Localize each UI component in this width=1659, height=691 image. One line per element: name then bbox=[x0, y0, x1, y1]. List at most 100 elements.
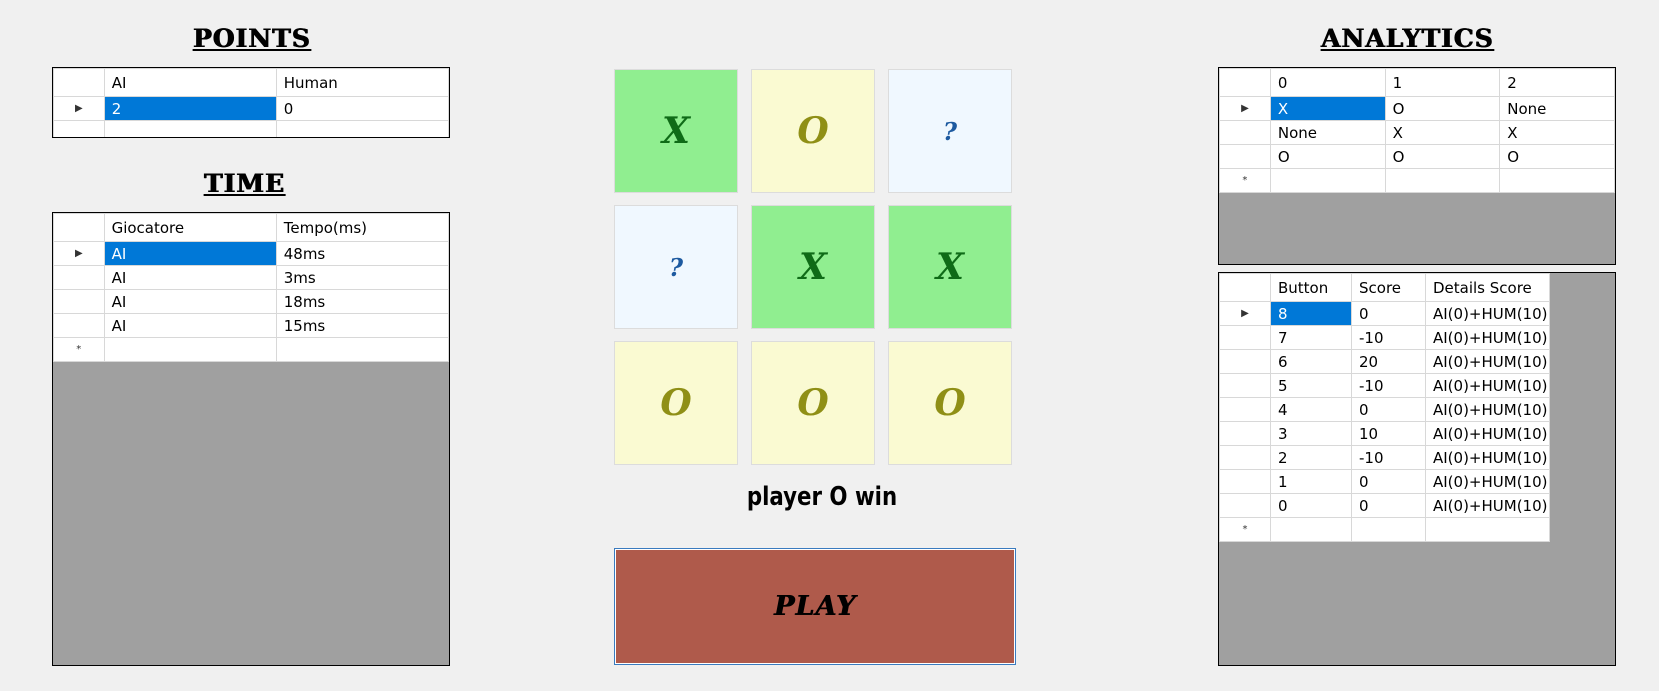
row-header[interactable] bbox=[1219, 373, 1271, 398]
analytics-column-header-1[interactable]: 1 bbox=[1384, 68, 1501, 97]
row-header[interactable] bbox=[1219, 325, 1271, 350]
current-row-arrow-icon[interactable]: ▶ bbox=[1219, 96, 1271, 121]
time-cell[interactable]: AI bbox=[103, 265, 277, 290]
analytics-corner-header[interactable] bbox=[1219, 68, 1271, 97]
empty-cell[interactable] bbox=[103, 120, 277, 137]
scores-cell[interactable]: -10 bbox=[1351, 373, 1426, 398]
board-cell-7[interactable]: O bbox=[751, 341, 875, 465]
empty-cell[interactable] bbox=[1269, 168, 1386, 193]
table-row[interactable]: ▶ X O None bbox=[1219, 96, 1615, 121]
board-cell-3[interactable]: ? bbox=[614, 205, 738, 329]
scores-cell[interactable]: AI(0)+HUM(10) bbox=[1425, 373, 1550, 398]
points-cell-human[interactable]: 0 bbox=[275, 96, 449, 121]
analytics-board-cell[interactable]: X bbox=[1384, 120, 1501, 145]
row-header[interactable] bbox=[53, 120, 105, 137]
board-cell-8[interactable]: O bbox=[888, 341, 1012, 465]
row-header[interactable] bbox=[1219, 120, 1271, 145]
scores-cell[interactable]: 3 bbox=[1270, 421, 1352, 446]
current-row-arrow-icon[interactable]: ▶ bbox=[53, 96, 105, 121]
scores-cell[interactable]: AI(0)+HUM(10) bbox=[1425, 397, 1550, 422]
scores-cell[interactable]: 0 bbox=[1351, 301, 1426, 326]
board-cell-4[interactable]: X bbox=[751, 205, 875, 329]
scores-cell[interactable]: -10 bbox=[1351, 445, 1426, 470]
board-cell-5[interactable]: X bbox=[888, 205, 1012, 329]
scores-cell[interactable]: 0 bbox=[1351, 469, 1426, 494]
scores-cell[interactable]: 5 bbox=[1270, 373, 1352, 398]
table-row[interactable]: AI 3ms bbox=[53, 265, 449, 290]
row-header[interactable] bbox=[1219, 421, 1271, 446]
analytics-column-header-2[interactable]: 2 bbox=[1499, 68, 1615, 97]
table-row[interactable]: AI 15ms bbox=[53, 313, 449, 338]
scores-corner-header[interactable] bbox=[1219, 273, 1271, 302]
empty-cell[interactable] bbox=[103, 337, 277, 362]
analytics-board-cell[interactable]: None bbox=[1269, 120, 1386, 145]
scores-column-header-details[interactable]: Details Score bbox=[1425, 273, 1550, 302]
scores-cell[interactable]: -10 bbox=[1351, 325, 1426, 350]
table-row[interactable]: AI 18ms bbox=[53, 289, 449, 314]
scores-cell[interactable]: 20 bbox=[1351, 349, 1426, 374]
board-cell-0[interactable]: X bbox=[614, 69, 738, 193]
scores-cell[interactable]: 2 bbox=[1270, 445, 1352, 470]
scores-cell[interactable]: 0 bbox=[1351, 493, 1426, 518]
empty-cell[interactable] bbox=[1499, 168, 1615, 193]
analytics-board-cell[interactable]: X bbox=[1269, 96, 1386, 121]
analytics-board-cell[interactable]: None bbox=[1499, 96, 1615, 121]
time-cell[interactable]: 15ms bbox=[275, 313, 449, 338]
analytics-board-cell[interactable]: X bbox=[1499, 120, 1615, 145]
table-row[interactable]: O O O bbox=[1219, 144, 1615, 169]
row-header[interactable] bbox=[1219, 469, 1271, 494]
scores-cell[interactable]: AI(0)+HUM(10) bbox=[1425, 421, 1550, 446]
scores-cell[interactable]: AI(0)+HUM(10) bbox=[1425, 493, 1550, 518]
points-grid[interactable]: AI Human ▶ 2 0 bbox=[52, 67, 450, 138]
table-row[interactable]: 2 -10 AI(0)+HUM(10) bbox=[1219, 445, 1550, 470]
scores-cell[interactable]: 7 bbox=[1270, 325, 1352, 350]
points-column-header-human[interactable]: Human bbox=[275, 68, 449, 97]
table-row-new[interactable] bbox=[53, 120, 449, 137]
table-row[interactable]: 4 0 AI(0)+HUM(10) bbox=[1219, 397, 1550, 422]
play-button[interactable]: PLAY bbox=[614, 548, 1016, 665]
analytics-board-cell[interactable]: O bbox=[1499, 144, 1615, 169]
new-row-asterisk-icon[interactable]: * bbox=[53, 337, 105, 362]
table-row[interactable]: None X X bbox=[1219, 120, 1615, 145]
scores-cell[interactable]: 4 bbox=[1270, 397, 1352, 422]
empty-cell[interactable] bbox=[275, 120, 449, 137]
scores-cell[interactable]: AI(0)+HUM(10) bbox=[1425, 445, 1550, 470]
board-cell-2[interactable]: ? bbox=[888, 69, 1012, 193]
time-column-header-giocatore[interactable]: Giocatore bbox=[103, 213, 277, 242]
scores-cell[interactable]: AI(0)+HUM(10) bbox=[1425, 325, 1550, 350]
scores-cell[interactable]: AI(0)+HUM(10) bbox=[1425, 469, 1550, 494]
analytics-board-cell[interactable]: O bbox=[1269, 144, 1386, 169]
time-corner-header[interactable] bbox=[53, 213, 105, 242]
time-cell[interactable]: 3ms bbox=[275, 265, 449, 290]
current-row-arrow-icon[interactable]: ▶ bbox=[53, 241, 105, 266]
empty-cell[interactable] bbox=[1425, 517, 1550, 542]
row-header[interactable] bbox=[1219, 349, 1271, 374]
points-corner-header[interactable] bbox=[53, 68, 105, 97]
time-cell[interactable]: AI bbox=[103, 241, 277, 266]
time-cell[interactable]: AI bbox=[103, 313, 277, 338]
scores-column-header-score[interactable]: Score bbox=[1351, 273, 1426, 302]
scores-cell[interactable]: 1 bbox=[1270, 469, 1352, 494]
row-header[interactable] bbox=[53, 265, 105, 290]
row-header[interactable] bbox=[1219, 144, 1271, 169]
time-cell[interactable]: 48ms bbox=[275, 241, 449, 266]
analytics-board-cell[interactable]: O bbox=[1384, 96, 1501, 121]
table-row[interactable]: 0 0 AI(0)+HUM(10) bbox=[1219, 493, 1550, 518]
scores-cell[interactable]: 6 bbox=[1270, 349, 1352, 374]
table-row[interactable]: 6 20 AI(0)+HUM(10) bbox=[1219, 349, 1550, 374]
empty-cell[interactable] bbox=[1351, 517, 1426, 542]
scores-column-header-button[interactable]: Button bbox=[1270, 273, 1352, 302]
points-column-header-ai[interactable]: AI bbox=[103, 68, 277, 97]
points-cell-ai[interactable]: 2 bbox=[103, 96, 277, 121]
row-header[interactable] bbox=[1219, 445, 1271, 470]
time-column-header-tempo[interactable]: Tempo(ms) bbox=[275, 213, 449, 242]
board-cell-1[interactable]: O bbox=[751, 69, 875, 193]
new-row-asterisk-icon[interactable]: * bbox=[1219, 168, 1271, 193]
table-row[interactable]: ▶ 2 0 bbox=[53, 96, 449, 121]
scores-cell[interactable]: 0 bbox=[1351, 397, 1426, 422]
table-row-new[interactable]: * bbox=[1219, 168, 1615, 193]
analytics-board-grid[interactable]: 0 1 2 ▶ X O None None X X O O O * bbox=[1218, 67, 1616, 265]
scores-cell[interactable]: AI(0)+HUM(10) bbox=[1425, 349, 1550, 374]
analytics-board-cell[interactable]: O bbox=[1384, 144, 1501, 169]
row-header[interactable] bbox=[53, 313, 105, 338]
